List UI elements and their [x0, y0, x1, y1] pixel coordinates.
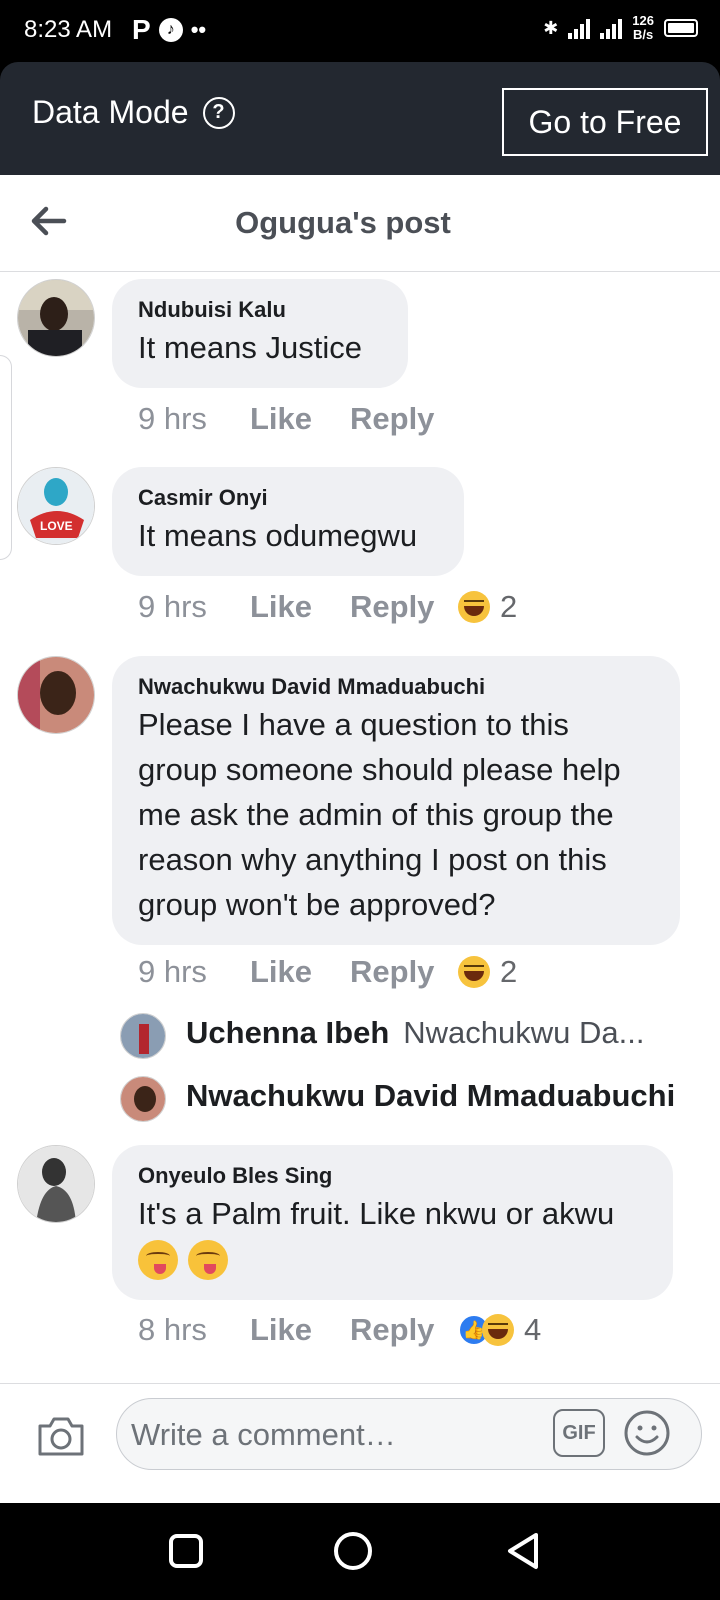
net-speed: 126 B/s [632, 14, 654, 42]
reply-avatar[interactable] [120, 1076, 166, 1122]
data-mode-bar: Data Mode ? Go to Free [0, 62, 720, 175]
like-link[interactable]: Like [250, 589, 350, 625]
avatar[interactable] [17, 656, 95, 734]
reaction-summary[interactable]: 👍 4 [458, 1312, 541, 1348]
reaction-summary[interactable]: 2 [458, 954, 517, 990]
avatar[interactable] [17, 1145, 95, 1223]
reply-author[interactable]: Uchenna Ibeh [186, 1015, 389, 1050]
comment-input[interactable]: Write a comment… GIF [116, 1398, 702, 1470]
comment-time[interactable]: 9 hrs [138, 589, 250, 625]
comment-author[interactable]: Ndubuisi Kalu [138, 295, 382, 325]
home-icon[interactable] [331, 1529, 375, 1573]
comment-meta: 9 hrs Like Reply 2 [138, 954, 517, 990]
battery-icon [664, 19, 698, 37]
post-page: Ogugua's post Ndubuisi Kalu It means Jus… [0, 175, 720, 1503]
haha-reaction-icon [458, 591, 490, 623]
like-link[interactable]: Like [250, 954, 350, 990]
comment-text: It means odumegwu [138, 518, 418, 553]
comment-text: It means Justice [138, 330, 362, 365]
reply-link[interactable]: Reply [350, 401, 458, 437]
haha-reaction-icon [458, 956, 490, 988]
bluetooth-icon: ✱ [543, 17, 559, 38]
like-link[interactable]: Like [250, 1312, 350, 1348]
recent-apps-icon[interactable] [164, 1529, 208, 1573]
music-icon: ♪ [158, 18, 183, 42]
reply-link[interactable]: Reply [350, 1312, 458, 1348]
page-title: Ogugua's post [235, 205, 451, 240]
reply-preview[interactable]: Uchenna Ibeh Nwachukwu Da... [186, 1015, 644, 1051]
reply-author[interactable]: Nwachukwu David Mmaduabuchi [186, 1078, 675, 1113]
comment-bubble[interactable]: Onyeulo Bles Sing It's a Palm fruit. Lik… [112, 1145, 673, 1300]
edge-panel-handle[interactable] [0, 355, 12, 560]
yum-emoji-icon [138, 1240, 178, 1280]
notification-icons: P ♪ •• [132, 16, 206, 44]
back-icon[interactable] [502, 1529, 546, 1573]
reply-avatar[interactable] [120, 1013, 166, 1059]
comment-time[interactable]: 9 hrs [138, 954, 250, 990]
comment-text: It's a Palm fruit. Like nkwu or akwu [138, 1196, 615, 1231]
reply-preview[interactable]: Nwachukwu David Mmaduabuchi [186, 1078, 675, 1114]
haha-reaction-icon [482, 1314, 514, 1346]
status-right-icons: ✱ 126 B/s [543, 14, 698, 42]
comment-author[interactable]: Onyeulo Bles Sing [138, 1161, 647, 1191]
reply-link[interactable]: Reply [350, 954, 458, 990]
reply-link[interactable]: Reply [350, 589, 458, 625]
help-icon[interactable]: ? [202, 96, 235, 129]
more-notifications-icon: •• [190, 17, 207, 42]
data-mode-label-group: Data Mode ? [32, 94, 235, 131]
comment-bubble[interactable]: Casmir Onyi It means odumegwu [112, 467, 464, 576]
avatar[interactable]: LOVE [17, 467, 95, 545]
go-to-free-button[interactable]: Go to Free [502, 88, 708, 156]
reaction-count: 2 [500, 954, 518, 989]
comment-text: Please I have a question to this group s… [138, 707, 621, 922]
gif-icon[interactable]: GIF [553, 1409, 605, 1457]
post-header: Ogugua's post [0, 175, 720, 272]
comment-placeholder[interactable]: Write a comment… [131, 1417, 396, 1453]
status-time: 8:23 AM [24, 16, 113, 43]
comment-time[interactable]: 9 hrs [138, 401, 250, 437]
reply-text: Nwachukwu Da... [403, 1015, 645, 1050]
comment-bubble[interactable]: Ndubuisi Kalu It means Justice [112, 279, 408, 388]
emoji-row [138, 1236, 647, 1282]
reaction-icons: 👍 [458, 1314, 514, 1346]
net-speed-value: 126 [632, 13, 654, 28]
system-nav-bar [0, 1503, 720, 1600]
comment-meta: 8 hrs Like Reply 👍 4 [138, 1312, 541, 1348]
comment-author[interactable]: Casmir Onyi [138, 483, 438, 513]
net-speed-unit: B/s [633, 27, 654, 42]
comment-meta: 9 hrs Like Reply [138, 401, 458, 437]
comment-author[interactable]: Nwachukwu David Mmaduabuchi [138, 672, 654, 702]
yum-emoji-icon [188, 1240, 229, 1280]
avatar[interactable] [17, 279, 95, 357]
camera-icon[interactable] [36, 1414, 86, 1458]
reaction-count: 4 [524, 1312, 542, 1347]
svg-text:LOVE: LOVE [40, 519, 73, 533]
reaction-summary[interactable]: 2 [458, 589, 517, 625]
comment-meta: 9 hrs Like Reply 2 [138, 589, 517, 625]
status-bar: 8:23 AM P ♪ •• ✱ 126 B/s [0, 0, 720, 62]
comment-time[interactable]: 8 hrs [138, 1312, 250, 1348]
signal-icon [568, 17, 591, 39]
like-link[interactable]: Like [250, 401, 350, 437]
pocket-app-icon: P [132, 14, 151, 45]
comment-composer: Write a comment… GIF [0, 1383, 720, 1503]
emoji-picker-icon[interactable] [623, 1409, 671, 1457]
data-mode-label: Data Mode [32, 94, 189, 130]
comment-bubble[interactable]: Nwachukwu David Mmaduabuchi Please I hav… [112, 656, 680, 945]
reaction-count: 2 [500, 589, 518, 624]
signal-4g-icon [600, 17, 623, 39]
